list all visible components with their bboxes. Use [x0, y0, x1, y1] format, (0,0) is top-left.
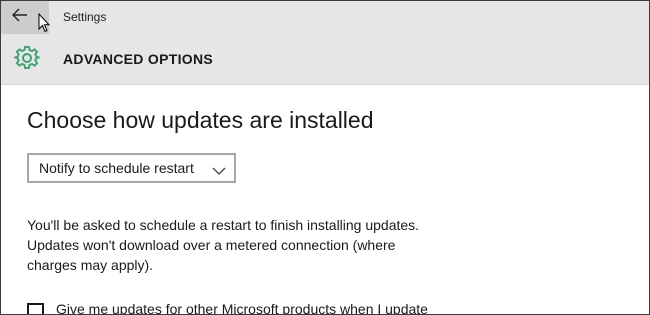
settings-window: Settings ADVANCED OPTIONS Choose how upd… — [0, 0, 650, 315]
dropdown-selected-value: Notify to schedule restart — [39, 160, 194, 176]
description-line: charges may apply). — [27, 257, 154, 273]
description-line: Updates won't download over a metered co… — [27, 237, 396, 253]
title-bar: Settings — [1, 1, 649, 34]
section-title: Choose how updates are installed — [27, 107, 374, 133]
page-header: ADVANCED OPTIONS — [1, 34, 649, 85]
description-line: You'll be asked to schedule a restart to… — [27, 217, 420, 233]
page-title: ADVANCED OPTIONS — [63, 51, 213, 67]
other-products-checkbox[interactable] — [27, 303, 44, 314]
install-method-dropdown[interactable]: Notify to schedule restart — [27, 153, 236, 183]
gear-icon — [14, 45, 40, 76]
other-products-option[interactable]: Give me updates for other Microsoft prod… — [27, 301, 428, 314]
install-description: You'll be asked to schedule a restart to… — [27, 215, 419, 275]
chevron-down-icon — [212, 163, 226, 181]
arrow-left-icon — [12, 8, 28, 27]
other-products-label[interactable]: Give me updates for other Microsoft prod… — [56, 301, 428, 314]
window-title: Settings — [63, 10, 107, 24]
